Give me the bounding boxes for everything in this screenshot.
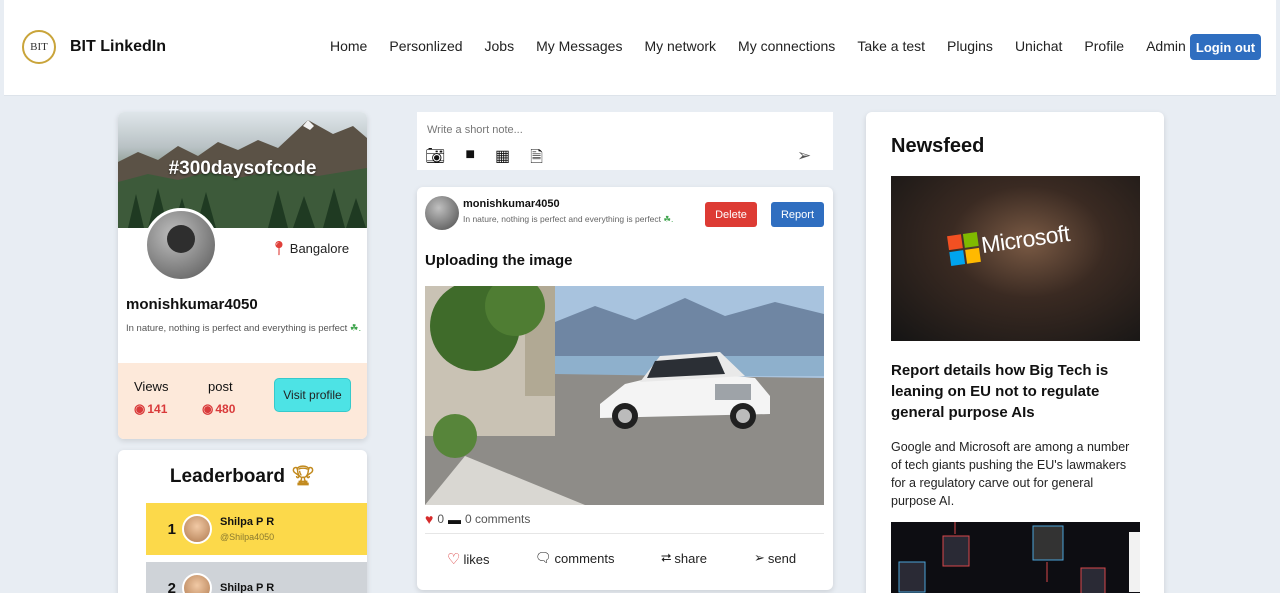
post-author-bio-text: In nature, nothing is perfect and everyt… (463, 214, 661, 224)
nav-my-network[interactable]: My network (644, 38, 716, 54)
heart-outline-icon: ♡ (447, 551, 461, 568)
comment-button[interactable]: 🗨︎ comments (535, 550, 614, 566)
leaderboard-name: Shilpa P R (220, 582, 275, 593)
post-author-avatar[interactable] (425, 196, 459, 230)
post-card: monishkumar4050 In nature, nothing is pe… (417, 187, 833, 590)
logout-button[interactable]: Login out (1190, 34, 1261, 60)
nav-take-a-test[interactable]: Take a test (857, 38, 925, 54)
post-title: Uploading the image (425, 252, 573, 269)
leaf-icon: ☘︎. (349, 323, 362, 334)
brand-name[interactable]: BIT LinkedIn (70, 38, 166, 56)
leaderboard-avatar (182, 573, 212, 593)
bit-logo[interactable]: BIT (16, 24, 62, 70)
video-icon[interactable]: ■ (465, 146, 475, 173)
newsfeed-title: Newsfeed (891, 135, 985, 157)
post-counts: ♥ 0 ▬ 0 comments (425, 511, 530, 527)
top-navbar: BIT BIT LinkedIn Home Personlized Jobs M… (4, 0, 1276, 96)
eye-icon: ◉ (134, 401, 146, 416)
leaderboard-row[interactable]: 1 Shilpa P R @Shilpa4050 (146, 503, 367, 555)
nav-jobs[interactable]: Jobs (485, 38, 515, 54)
share-label: share (674, 550, 707, 566)
eye-icon: ◉ (202, 401, 214, 416)
post-author-bio: In nature, nothing is perfect and everyt… (463, 214, 673, 225)
post-image[interactable] (425, 286, 824, 505)
leaderboard-rank: 2 (167, 579, 176, 593)
leaderboard-title-text: Leaderboard (169, 466, 285, 487)
location: 📍︎ Bangalore (270, 240, 349, 257)
views-count: ◉ 141 (134, 401, 167, 417)
post-label: post (208, 379, 233, 394)
comment-icon: 🗨︎ (535, 550, 552, 565)
leaderboard-handle: @Shilpa4050 (220, 532, 275, 542)
leaderboard-rank: 1 (167, 520, 176, 538)
nav-plugins[interactable]: Plugins (947, 38, 993, 54)
leaderboard-row[interactable]: 2 Shilpa P R (146, 562, 367, 593)
report-button[interactable]: Report (771, 202, 824, 227)
post-value: 480 (215, 402, 236, 416)
news-image[interactable]: Microsoft (891, 176, 1140, 341)
microsoft-logo-icon (947, 232, 981, 266)
news-image-text: Microsoft (979, 219, 1072, 259)
post-author[interactable]: monishkumar4050 (463, 198, 560, 210)
comment-label: comments (554, 550, 615, 566)
nav-personalized[interactable]: Personlized (389, 38, 462, 54)
views-value: 141 (147, 402, 168, 416)
likes-count: 0 (437, 512, 444, 526)
visit-profile-button[interactable]: Visit profile (274, 378, 351, 412)
composer-toolbar: 📷︎ ■ ▦ 🗎︎ (425, 146, 543, 173)
trophy-icon: 🏆︎ (290, 466, 316, 487)
profile-username: monishkumar4050 (126, 296, 258, 313)
nav-home[interactable]: Home (330, 38, 367, 54)
car-photo (425, 286, 824, 505)
comments-count: 0 comments (465, 512, 531, 526)
nav-admin[interactable]: Admin (1146, 38, 1186, 54)
cover-hashtag: #300daysofcode (168, 158, 317, 179)
nav-unichat[interactable]: Unichat (1015, 38, 1062, 54)
post-composer: Write a short note... 📷︎ ■ ▦ 🗎︎ ➢ (417, 112, 833, 170)
document-icon[interactable]: 🗎︎ (530, 146, 543, 173)
send-label: send (767, 550, 797, 566)
newsfeed-card: Newsfeed Microsoft Report details how Bi… (866, 112, 1164, 593)
nav-my-messages[interactable]: My Messages (536, 38, 622, 54)
profile-stats: Views ◉ 141 post ◉ 480 Visit profile (118, 363, 367, 439)
share-icon: ⮂ (661, 550, 672, 565)
location-text: Bangalore (289, 241, 350, 256)
send-icon: ➢ (754, 550, 765, 565)
logo-emblem: BIT (22, 30, 56, 64)
profile-bio: In nature, nothing is perfect and everyt… (126, 322, 362, 336)
leaderboard-avatar (182, 514, 212, 544)
comments-icon: ▬ (448, 511, 461, 527)
share-button[interactable]: ⮂ share (661, 550, 707, 566)
calendar-icon[interactable]: ▦ (495, 146, 510, 173)
profile-card: #300daysofcode 📍︎ Bangalore monishkumar4… (118, 112, 367, 439)
leaderboard-name: Shilpa P R (220, 516, 275, 528)
heart-icon: ♥ (425, 511, 434, 527)
views-label: Views (134, 379, 169, 394)
post-divider (425, 533, 824, 534)
cover-image: #300daysofcode (118, 112, 367, 228)
nav-links: Home Personlized Jobs My Messages My net… (330, 38, 1208, 54)
tech-thumbnail (891, 522, 1140, 593)
like-button[interactable]: ♡ likes (447, 550, 489, 568)
leaderboard-card: Leaderboard 🏆︎ 1 Shilpa P R @Shilpa4050 2… (118, 450, 367, 593)
delete-button[interactable]: Delete (705, 202, 757, 227)
nav-my-connections[interactable]: My connections (738, 38, 835, 54)
leaderboard-title: Leaderboard 🏆︎ (118, 464, 367, 488)
like-label: likes (463, 551, 490, 567)
post-count: ◉ 480 (202, 401, 235, 417)
note-input[interactable]: Write a short note... (427, 124, 523, 136)
profile-bio-text: In nature, nothing is perfect and everyt… (126, 323, 348, 334)
nav-profile[interactable]: Profile (1084, 38, 1124, 54)
news-headline[interactable]: Report details how Big Tech is leaning o… (891, 360, 1141, 423)
camera-icon[interactable]: 📷︎ (425, 146, 445, 173)
news-body: Google and Microsoft are among a number … (891, 440, 1130, 508)
profile-avatar[interactable] (144, 208, 218, 282)
map-pin-icon: 📍︎ (270, 240, 288, 256)
send-button[interactable]: ➢ send (754, 550, 796, 566)
news-image[interactable] (891, 522, 1140, 593)
send-icon[interactable]: ➢ (797, 146, 811, 166)
leaf-icon: ☘︎. (663, 214, 674, 224)
